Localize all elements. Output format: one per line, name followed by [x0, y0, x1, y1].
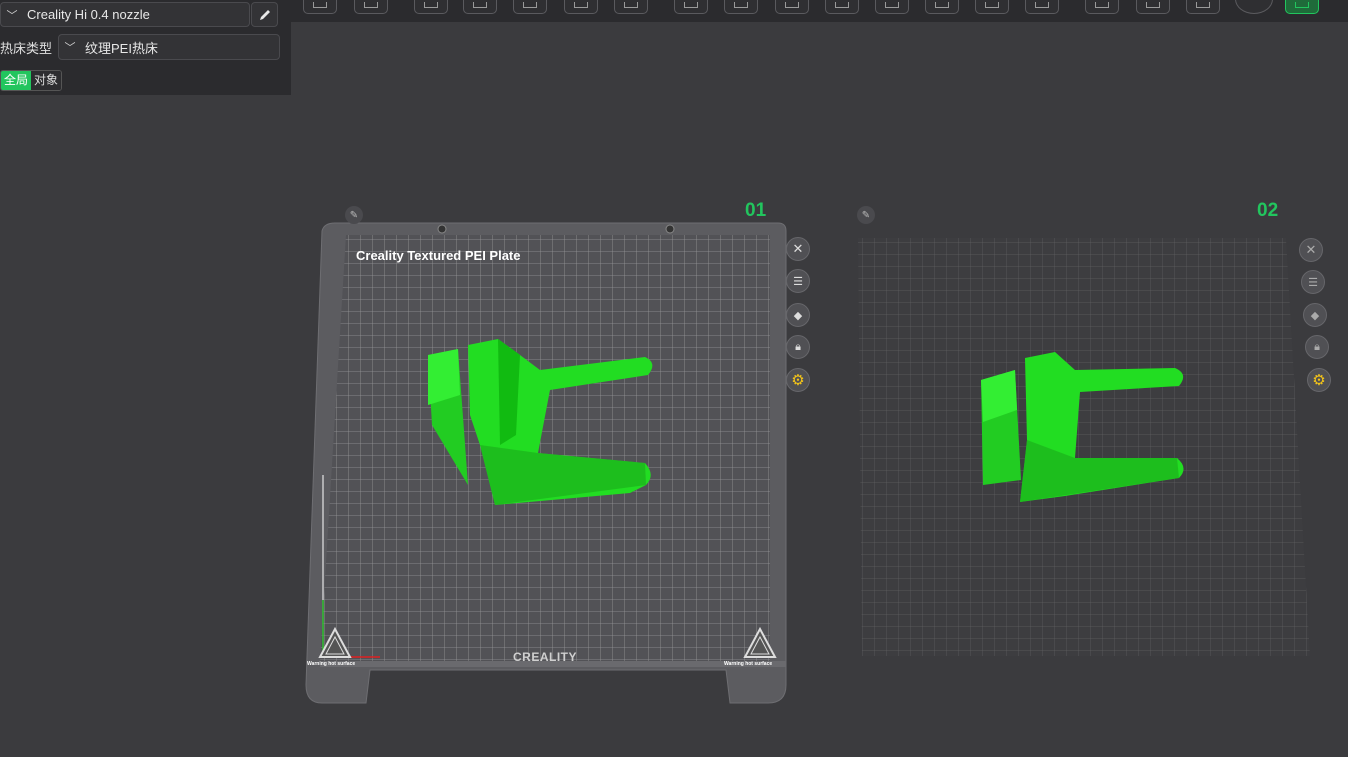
plate-1-settings-button[interactable]: ⚙: [786, 368, 810, 392]
warning-text-right: Warning hot surface: [724, 661, 773, 667]
toolbar-button-lay-flat[interactable]: [414, 0, 448, 14]
plate-2-number: 02: [1257, 200, 1279, 221]
plate-2-settings-button[interactable]: ⚙: [1307, 368, 1331, 392]
lock-icon: 🔒︎: [795, 340, 801, 353]
toolbar-button-support[interactable]: [825, 0, 859, 14]
bed-type-dropdown[interactable]: ﹀ 纹理PEI热床: [58, 34, 280, 60]
plate-1-rename-button[interactable]: ✎: [345, 206, 363, 224]
warning-icon: [318, 627, 352, 658]
pencil-icon: ✎: [861, 209, 871, 221]
top-toolbar: [291, 0, 1348, 22]
toolbar-button-keyboard[interactable]: [354, 0, 388, 14]
toolbar-button-hollow[interactable]: [1025, 0, 1059, 14]
printer-dropdown[interactable]: ﹀ Creality Hi 0.4 nozzle: [0, 2, 250, 27]
model-plate-1[interactable]: [420, 335, 660, 515]
scope-object-tab[interactable]: 对象: [31, 71, 62, 90]
toolbar-button-cut[interactable]: [975, 0, 1009, 14]
toolbar-button-paint[interactable]: [875, 0, 909, 14]
plate-1-number: 01: [745, 200, 767, 221]
plate-2-rename-button[interactable]: ✎: [857, 206, 875, 224]
toolbar-button-view[interactable]: [1235, 0, 1273, 14]
plate-2-delete-button[interactable]: ✕: [1299, 238, 1323, 262]
list-icon: ☰: [1308, 276, 1318, 289]
bed-brand-label: CREALITY: [513, 650, 577, 664]
plate-1-label: Creality Textured PEI Plate: [356, 248, 521, 263]
plate-2-lock-button[interactable]: 🔒︎: [1305, 335, 1329, 359]
list-icon: ☰: [793, 275, 803, 288]
toolbar-button-layout[interactable]: [674, 0, 708, 14]
pencil-icon: [259, 9, 270, 20]
toolbar-button-assembly[interactable]: [1186, 0, 1220, 14]
warning-text-left: Warning hot surface: [307, 661, 356, 667]
toolbar-button-text[interactable]: [1285, 0, 1319, 14]
bed-type-label: 热床类型: [0, 41, 53, 56]
printer-name: Creality Hi 0.4 nozzle: [27, 7, 150, 22]
gear-icon: ⚙: [1312, 372, 1326, 389]
toolbar-button-cube[interactable]: [303, 0, 337, 14]
auto-orient-icon: ◆: [793, 309, 803, 322]
toolbar-button-split[interactable]: [614, 0, 648, 14]
toolbar-button-settings[interactable]: [724, 0, 758, 14]
scope-global-tab[interactable]: 全局: [1, 71, 32, 90]
plate-1-delete-button[interactable]: ✕: [786, 237, 810, 261]
edit-printer-button[interactable]: [251, 2, 278, 27]
close-icon: ✕: [1305, 242, 1317, 257]
plate-1-arrange-button[interactable]: ☰: [786, 269, 810, 293]
chevron-down-icon: ﹀: [64, 42, 76, 54]
lock-icon: 🔒︎: [1314, 340, 1320, 353]
chevron-down-icon: ﹀: [6, 9, 18, 22]
toolbar-button-measure[interactable]: [775, 0, 809, 14]
print-settings-panel: ﹀ Creality Hi 0.4 nozzle 热床类型 ﹀ 纹理PEI热床 …: [0, 0, 291, 95]
scope-toggle: 全局 对象: [0, 70, 63, 91]
bed-type-value: 纹理PEI热床: [85, 40, 158, 56]
model-plate-2[interactable]: [975, 350, 1195, 510]
pencil-icon: ✎: [349, 209, 359, 221]
warning-icon: [743, 627, 777, 658]
toolbar-button-edit[interactable]: [1136, 0, 1170, 14]
toolbar-button-bars[interactable]: [1085, 0, 1119, 14]
plate-2-auto-orient-button[interactable]: ◆: [1303, 303, 1327, 327]
toolbar-button-orient[interactable]: [463, 0, 497, 14]
close-icon: ✕: [792, 241, 804, 256]
plate-2-arrange-button[interactable]: ☰: [1301, 270, 1325, 294]
gear-icon: ⚙: [791, 372, 805, 389]
auto-orient-icon: ◆: [1310, 309, 1320, 322]
toolbar-button-arrange[interactable]: [564, 0, 598, 14]
plate-1-lock-button[interactable]: 🔒︎: [786, 335, 810, 359]
toolbar-button-seam[interactable]: [925, 0, 959, 14]
toolbar-button-auto-orient[interactable]: [513, 0, 547, 14]
plate-1-auto-orient-button[interactable]: ◆: [786, 303, 810, 327]
